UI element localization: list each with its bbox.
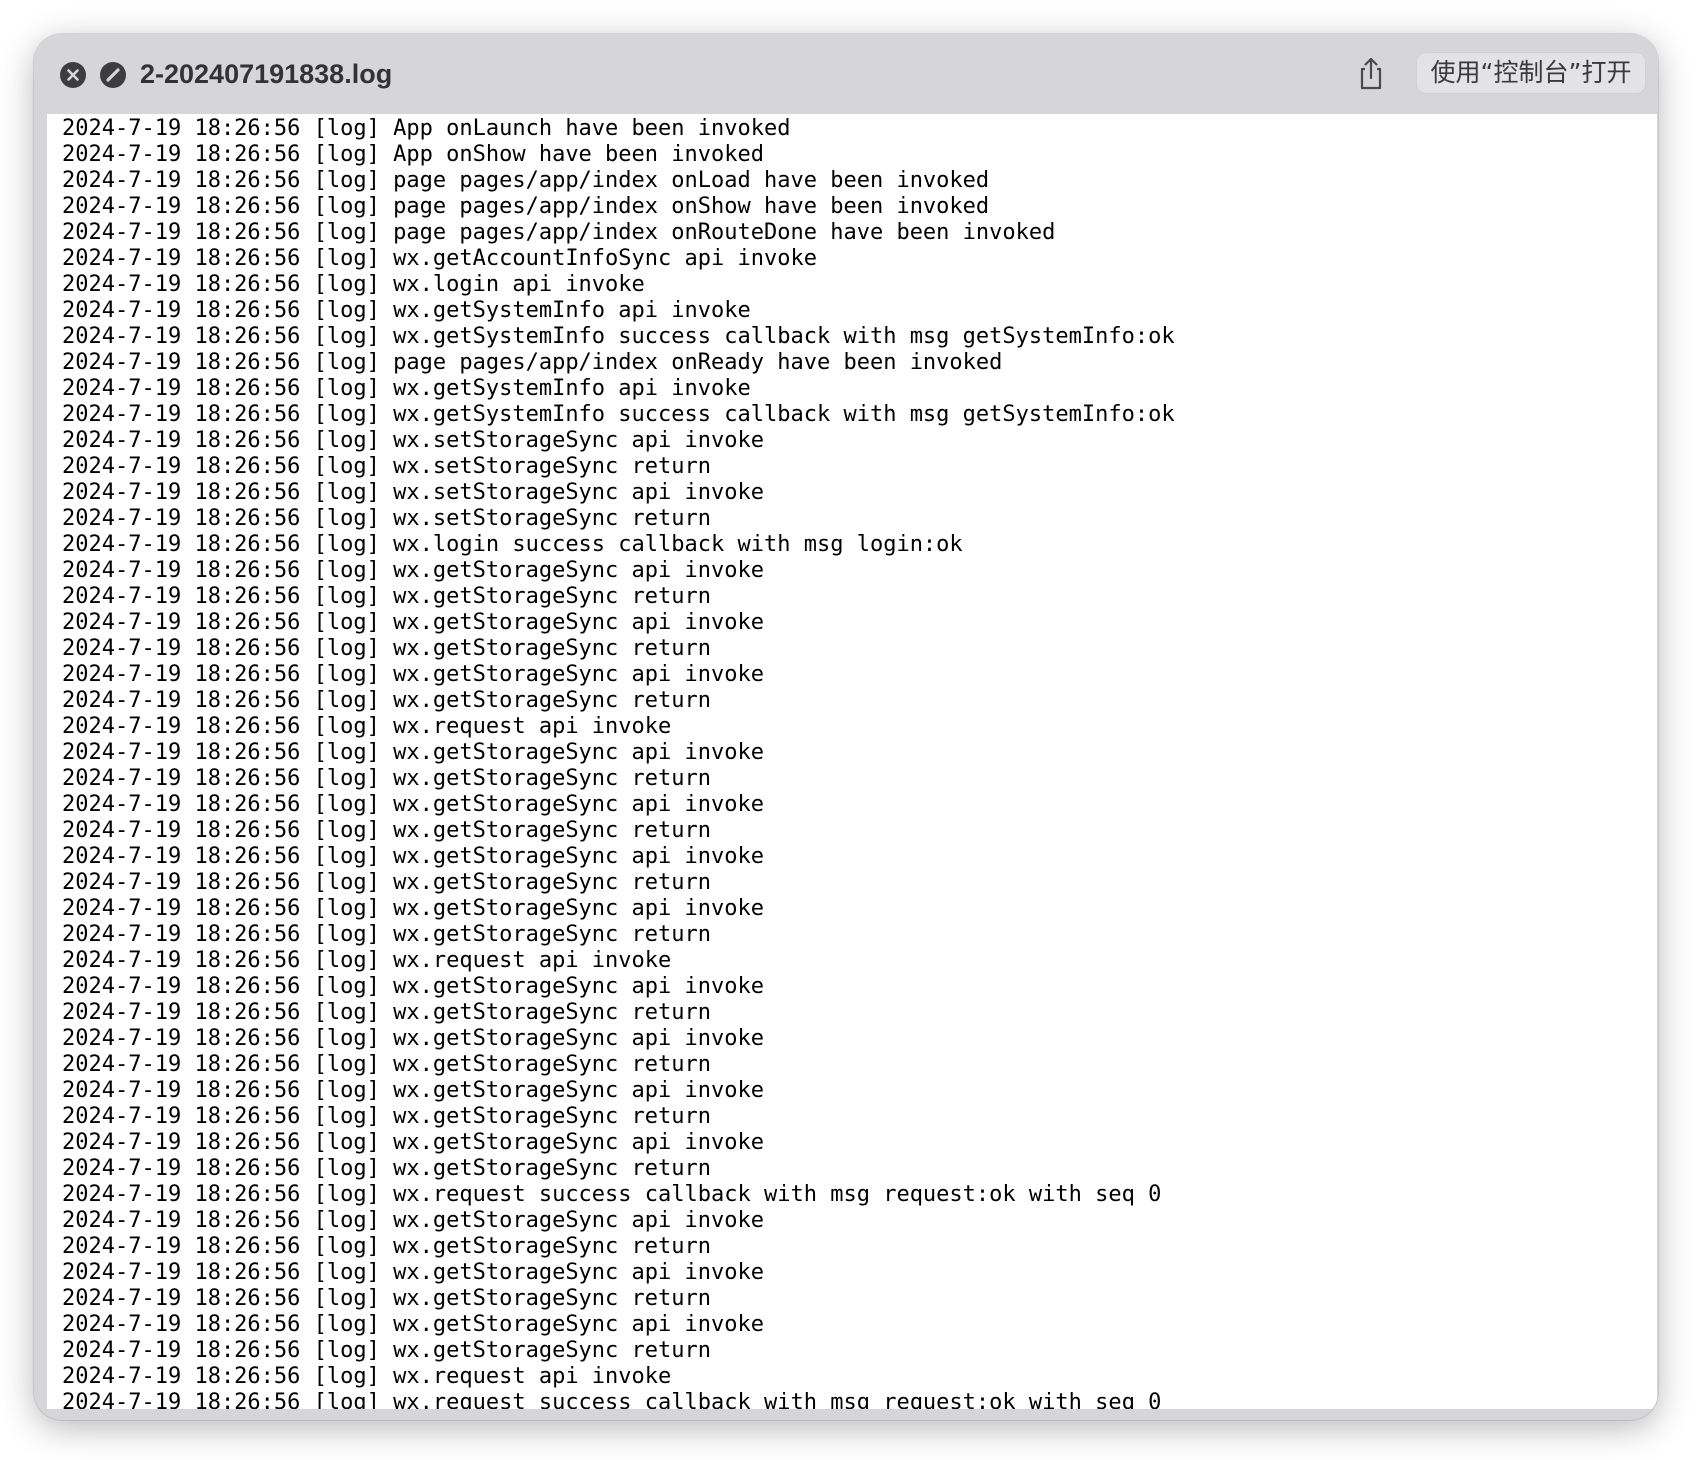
log-line: 2024-7-19 18:26:56 [log] wx.request succ… — [62, 1390, 1162, 1409]
log-line: 2024-7-19 18:26:56 [log] wx.getStorageSy… — [62, 1234, 712, 1259]
title-bar: 2-202407191838.log 使用“控制台”打开 — [34, 34, 1658, 114]
log-line: 2024-7-19 18:26:56 [log] wx.login succes… — [62, 532, 963, 557]
log-line: 2024-7-19 18:26:56 [log] wx.getStorageSy… — [62, 1208, 764, 1233]
log-line: 2024-7-19 18:26:56 [log] wx.setStorageSy… — [62, 506, 712, 531]
log-line: 2024-7-19 18:26:56 [log] wx.request api … — [62, 948, 672, 973]
log-line: 2024-7-19 18:26:56 [log] wx.getStorageSy… — [62, 636, 712, 661]
log-line: 2024-7-19 18:26:56 [log] wx.getSystemInf… — [62, 376, 751, 401]
log-line: 2024-7-19 18:26:56 [log] wx.getStorageSy… — [62, 792, 764, 817]
open-with-console-button[interactable]: 使用“控制台”打开 — [1416, 52, 1646, 94]
log-line: 2024-7-19 18:26:56 [log] wx.login api in… — [62, 272, 645, 297]
log-line: 2024-7-19 18:26:56 [log] page pages/app/… — [62, 220, 1056, 245]
log-line: 2024-7-19 18:26:56 [log] wx.getStorageSy… — [62, 870, 712, 895]
log-line: 2024-7-19 18:26:56 [log] wx.getAccountIn… — [62, 246, 817, 271]
log-line: 2024-7-19 18:26:56 [log] wx.setStorageSy… — [62, 480, 764, 505]
log-line: 2024-7-19 18:26:56 [log] wx.getStorageSy… — [62, 1104, 712, 1129]
log-line: 2024-7-19 18:26:56 [log] wx.getStorageSy… — [62, 818, 712, 843]
log-line: 2024-7-19 18:26:56 [log] wx.setStorageSy… — [62, 454, 712, 479]
log-line: 2024-7-19 18:26:56 [log] wx.getStorageSy… — [62, 1078, 764, 1103]
log-line: 2024-7-19 18:26:56 [log] wx.getStorageSy… — [62, 974, 764, 999]
log-line: 2024-7-19 18:26:56 [log] wx.getStorageSy… — [62, 1286, 712, 1311]
markup-pen-icon — [106, 68, 120, 82]
log-line: 2024-7-19 18:26:56 [log] wx.getStorageSy… — [62, 740, 764, 765]
quick-look-window: 2-202407191838.log 使用“控制台”打开 2024-7-19 1… — [34, 34, 1658, 1420]
log-line: 2024-7-19 18:26:56 [log] wx.getStorageSy… — [62, 766, 712, 791]
log-line: 2024-7-19 18:26:56 [log] wx.getStorageSy… — [62, 1260, 764, 1285]
log-lines: 2024-7-19 18:26:56 [log] App onLaunch ha… — [62, 116, 1175, 1409]
log-line: 2024-7-19 18:26:56 [log] wx.getStorageSy… — [62, 1052, 712, 1077]
log-line: 2024-7-19 18:26:56 [log] wx.getStorageSy… — [62, 1026, 764, 1051]
log-line: 2024-7-19 18:26:56 [log] wx.getStorageSy… — [62, 610, 764, 635]
log-line: 2024-7-19 18:26:56 [log] wx.request api … — [62, 1364, 672, 1389]
log-line: 2024-7-19 18:26:56 [log] wx.getStorageSy… — [62, 1338, 712, 1363]
log-line: 2024-7-19 18:26:56 [log] page pages/app/… — [62, 194, 990, 219]
log-line: 2024-7-19 18:26:56 [log] page pages/app/… — [62, 168, 990, 193]
close-button[interactable] — [60, 62, 86, 88]
log-line: 2024-7-19 18:26:56 [log] App onShow have… — [62, 142, 764, 167]
log-viewer[interactable]: 2024-7-19 18:26:56 [log] App onLaunch ha… — [47, 114, 1657, 1409]
markup-button[interactable] — [100, 62, 126, 88]
log-line: 2024-7-19 18:26:56 [log] wx.getStorageSy… — [62, 662, 764, 687]
log-line: 2024-7-19 18:26:56 [log] wx.setStorageSy… — [62, 428, 764, 453]
log-line: 2024-7-19 18:26:56 [log] wx.getStorageSy… — [62, 1130, 764, 1155]
log-line: 2024-7-19 18:26:56 [log] wx.getStorageSy… — [62, 584, 712, 609]
share-button[interactable] — [1352, 54, 1390, 94]
log-line: 2024-7-19 18:26:56 [log] wx.getSystemInf… — [62, 402, 1175, 427]
window-title: 2-202407191838.log — [140, 59, 393, 89]
close-icon — [67, 69, 79, 81]
log-line: 2024-7-19 18:26:56 [log] wx.getStorageSy… — [62, 896, 764, 921]
log-line: 2024-7-19 18:26:56 [log] wx.getSystemInf… — [62, 298, 751, 323]
log-line: 2024-7-19 18:26:56 [log] wx.getSystemInf… — [62, 324, 1175, 349]
log-line: 2024-7-19 18:26:56 [log] page pages/app/… — [62, 350, 1003, 375]
log-line: 2024-7-19 18:26:56 [log] App onLaunch ha… — [62, 116, 791, 141]
log-line: 2024-7-19 18:26:56 [log] wx.getStorageSy… — [62, 558, 764, 583]
log-line: 2024-7-19 18:26:56 [log] wx.getStorageSy… — [62, 1156, 712, 1181]
log-line: 2024-7-19 18:26:56 [log] wx.getStorageSy… — [62, 1000, 712, 1025]
log-line: 2024-7-19 18:26:56 [log] wx.getStorageSy… — [62, 844, 764, 869]
log-line: 2024-7-19 18:26:56 [log] wx.getStorageSy… — [62, 922, 712, 947]
log-line: 2024-7-19 18:26:56 [log] wx.getStorageSy… — [62, 688, 712, 713]
log-line: 2024-7-19 18:26:56 [log] wx.getStorageSy… — [62, 1312, 764, 1337]
share-icon — [1360, 57, 1382, 90]
log-line: 2024-7-19 18:26:56 [log] wx.request api … — [62, 714, 672, 739]
log-line: 2024-7-19 18:26:56 [log] wx.request succ… — [62, 1182, 1162, 1207]
